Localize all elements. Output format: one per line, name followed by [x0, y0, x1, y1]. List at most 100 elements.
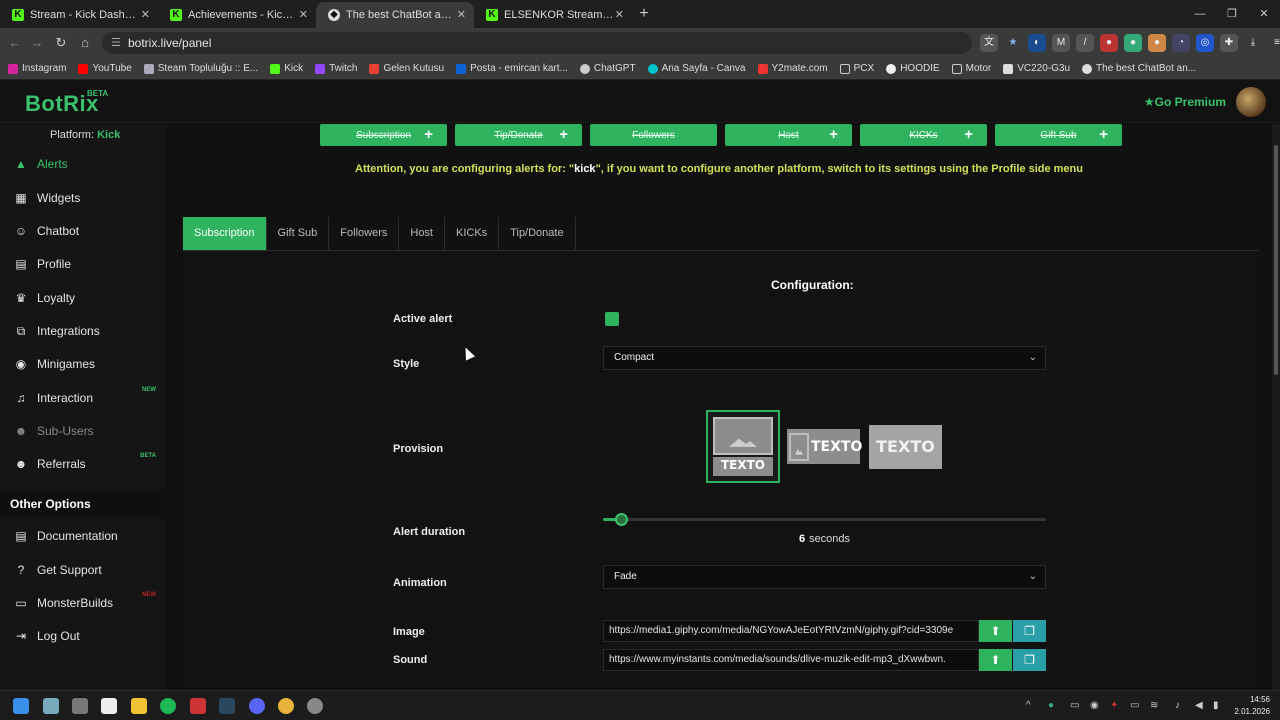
gallery-sound-button[interactable]: ❐ [1013, 649, 1046, 671]
duration-slider-handle[interactable] [615, 513, 628, 526]
tab-tip-donate[interactable]: Tip/Donate [499, 217, 576, 250]
app-icon[interactable] [307, 698, 323, 714]
bookmark-twitch[interactable]: Twitch [315, 63, 357, 74]
browser-tab[interactable]: K ELSENKOR Stream - Watch Live ✕ [474, 2, 632, 28]
sidebar-item-integrations[interactable]: ⧉ Integrations [0, 316, 166, 346]
followers-button[interactable]: Followers [590, 124, 717, 146]
url-input[interactable]: ☰ botrix.live/panel [102, 32, 972, 54]
microphone-icon[interactable]: ♪ [1175, 700, 1180, 711]
bookmark-router[interactable]: VC220-G3u [1003, 63, 1070, 74]
sidebar-item-referrals[interactable]: ☻ Referrals BETA [0, 449, 166, 479]
extension-icon[interactable]: ◐ [1028, 34, 1046, 52]
extension-icon[interactable]: / [1076, 34, 1094, 52]
style-select[interactable]: Compact ⌄ [603, 346, 1046, 370]
avatar[interactable] [1236, 87, 1266, 117]
extension-icon[interactable]: M [1052, 34, 1070, 52]
bookmark-folder-motor[interactable]: Motor [951, 63, 991, 74]
add-kicks-button[interactable]: KICKs + [860, 124, 987, 146]
app-icon[interactable] [101, 698, 117, 714]
image-url-input[interactable]: https://media1.giphy.com/media/NGYowAJeE… [603, 620, 979, 642]
app-icon[interactable] [43, 698, 59, 714]
app-icon[interactable] [190, 698, 206, 714]
taskbar-clock[interactable]: 14:56 2.01.2026 [1234, 694, 1270, 718]
steam-tray-icon[interactable]: ◉ [1090, 700, 1099, 711]
chevron-up-icon[interactable]: ^ [1026, 700, 1031, 711]
tab-gift-sub[interactable]: Gift Sub [267, 217, 330, 250]
sound-url-input[interactable]: https://www.myinstants.com/media/sounds/… [603, 649, 979, 671]
bookmark-kick[interactable]: Kick [270, 63, 303, 74]
close-icon[interactable]: ✕ [141, 8, 150, 21]
close-icon[interactable]: ✕ [299, 8, 308, 21]
sidebar-item-interaction[interactable]: ♫ Interaction NEW [0, 383, 166, 413]
close-window-icon[interactable]: ✕ [1248, 0, 1280, 28]
sidebar-item-loyalty[interactable]: ♛ Loyalty [0, 283, 166, 313]
sidebar-item-monsterbuilds[interactable]: ▭ MonsterBuilds NEW [0, 588, 166, 618]
add-tip-donate-button[interactable]: Tip/Donate + [455, 124, 582, 146]
minimize-icon[interactable]: — [1184, 0, 1216, 28]
bookmark-y2mate[interactable]: Y2mate.com [757, 63, 828, 74]
reload-icon[interactable]: ↻ [52, 34, 70, 52]
browser-tab[interactable]: K Achievements - Kick Dashboard ✕ [158, 2, 316, 28]
new-tab-button[interactable]: + [632, 2, 656, 28]
sidebar-item-documentation[interactable]: ▤ Documentation [0, 521, 166, 551]
scrollbar-thumb[interactable] [1274, 145, 1278, 375]
add-gift-sub-button[interactable]: Gift Sub + [995, 124, 1122, 146]
app-icon[interactable] [72, 698, 88, 714]
bookmark-instagram[interactable]: Instagram [8, 63, 66, 74]
sidebar-item-minigames[interactable]: ◉ Minigames [0, 349, 166, 379]
tab-followers[interactable]: Followers [329, 217, 400, 250]
bookmark-chatgpt[interactable]: ChatGPT [579, 63, 636, 74]
puzzle-icon[interactable]: ✚ [1220, 34, 1238, 52]
gallery-image-button[interactable]: ❐ [1013, 620, 1046, 642]
bookmark-outlook[interactable]: Posta - emircan kart... [456, 63, 568, 74]
translate-icon[interactable]: 文 [980, 34, 998, 52]
windows-start-icon[interactable] [13, 698, 29, 714]
spotify-icon[interactable] [160, 698, 176, 714]
browser-tab[interactable]: K Stream - Kick Dashboard ✕ [0, 2, 158, 28]
wifi-icon[interactable]: ≋ [1150, 700, 1158, 711]
tray-icon[interactable]: ✦ [1110, 700, 1118, 711]
bookmark-botrix[interactable]: The best ChatBot an... [1082, 63, 1196, 74]
duration-slider-track[interactable] [603, 518, 1046, 521]
discord-icon[interactable] [249, 698, 265, 714]
extension-icon[interactable]: ● [1148, 34, 1166, 52]
steam-icon[interactable] [219, 698, 235, 714]
file-explorer-icon[interactable] [131, 698, 147, 714]
sidebar-item-profile[interactable]: ▤ Profile [0, 249, 166, 279]
add-host-button[interactable]: Host + [725, 124, 852, 146]
upload-sound-button[interactable]: ⬆ [979, 649, 1012, 671]
bookmark-youtube[interactable]: YouTube [78, 63, 132, 74]
battery-icon[interactable]: ▮ [1213, 700, 1219, 711]
sidebar-item-widgets[interactable]: ▦ Widgets [0, 183, 166, 213]
home-icon[interactable]: ⌂ [76, 34, 94, 52]
tray-icon[interactable]: ● [1048, 700, 1054, 711]
close-icon[interactable]: ✕ [457, 8, 466, 21]
extension-icon[interactable]: ◎ [1196, 34, 1214, 52]
extension-icon[interactable]: ● [1124, 34, 1142, 52]
tab-host[interactable]: Host [399, 217, 445, 250]
sidebar-item-sub-users[interactable]: ☻ Sub-Users [0, 416, 166, 446]
close-icon[interactable]: ✕ [615, 8, 624, 21]
upload-image-button[interactable]: ⬆ [979, 620, 1012, 642]
bookmark-folder-pcx[interactable]: PCX [839, 63, 874, 74]
network-icon[interactable]: ▭ [1130, 700, 1139, 711]
go-premium-link[interactable]: ★Go Premium [1144, 95, 1226, 109]
site-info-icon[interactable]: ☰ [111, 32, 121, 54]
sidebar-item-get-support[interactable]: ? Get Support [0, 555, 166, 585]
volume-icon[interactable]: ◀ [1195, 700, 1203, 711]
extension-icon[interactable]: ◔ [1172, 34, 1190, 52]
back-icon[interactable]: ← [6, 34, 24, 52]
forward-icon[interactable]: → [28, 34, 46, 52]
download-icon[interactable]: ⤓ [1244, 34, 1262, 52]
bookmark-steam[interactable]: Steam Topluluğu :: E... [143, 63, 258, 74]
tab-kicks[interactable]: KICKs [445, 217, 500, 250]
sidebar-item-alerts[interactable]: ▲ Alerts [0, 149, 166, 179]
sidebar-item-log-out[interactable]: ⇥ Log Out [0, 621, 166, 651]
active-alert-checkbox[interactable] [605, 312, 619, 326]
tab-subscription[interactable]: Subscription [183, 217, 267, 250]
bookmark-hoodie[interactable]: HOODIE [886, 63, 940, 74]
bookmark-gmail[interactable]: Gelen Kutusu [369, 63, 444, 74]
star-icon[interactable]: ★ [1004, 34, 1022, 52]
chrome-icon[interactable] [278, 698, 294, 714]
maximize-icon[interactable]: ❐ [1216, 0, 1248, 28]
